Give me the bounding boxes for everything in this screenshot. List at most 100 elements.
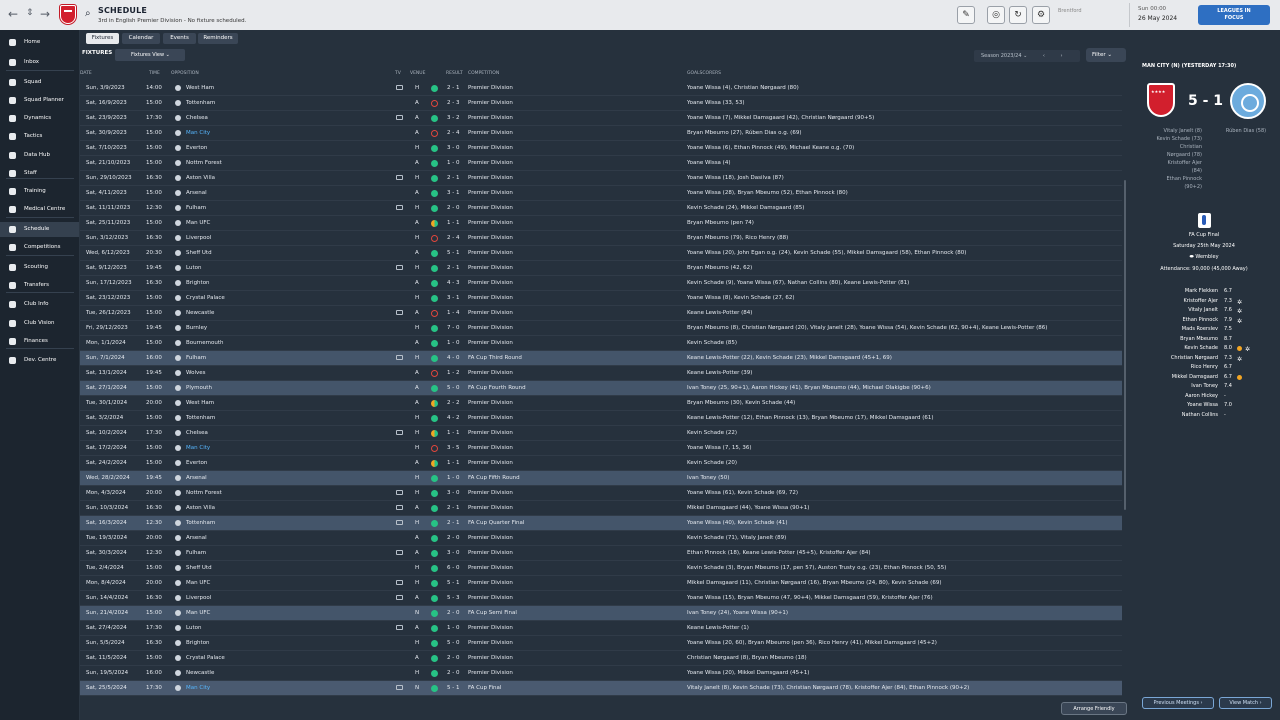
sidebar-item-training[interactable]: Training [0, 184, 79, 199]
view-match-button[interactable]: View Match › [1219, 697, 1272, 709]
sidebar-item-scouting[interactable]: Scouting [0, 260, 79, 275]
fixture-opposition[interactable]: Man City [186, 126, 210, 141]
fixture-opposition[interactable]: Tottenham [186, 411, 215, 426]
col-time[interactable]: TIME [149, 71, 160, 76]
sidebar-item-squad[interactable]: Squad [0, 75, 79, 90]
fixture-opposition[interactable]: West Ham [186, 81, 214, 96]
view-dropdown[interactable]: Fixtures View ⌄ [115, 49, 185, 61]
player-rating-row[interactable]: Yoane Wissa 7.0 [1136, 401, 1280, 410]
fixture-opposition[interactable]: Luton [186, 621, 201, 636]
table-row[interactable]: Sun, 17/12/2023 16:30 Brighton A 4 - 3 Premie… [80, 276, 1122, 291]
fixture-opposition[interactable]: Everton [186, 141, 207, 156]
player-rating-row[interactable]: Mads Roerslev 7.5 [1136, 325, 1280, 334]
date-box[interactable]: Sun 00:00 26 May 2024 [1129, 3, 1192, 27]
club-selector[interactable]: Brentford [1058, 8, 1082, 14]
scrollbar[interactable] [1124, 180, 1126, 510]
player-rating-row[interactable]: Mark Flekken 6.7 [1136, 287, 1280, 296]
filter-button[interactable]: Filter ⌄ [1086, 48, 1126, 62]
table-row[interactable]: Sat, 27/1/2024 15:00 Plymouth A 5 - 0 FA Cup … [80, 381, 1122, 396]
prev-season-icon[interactable]: ‹ [1043, 53, 1045, 59]
gear-icon[interactable]: ⚙ [1032, 6, 1050, 24]
tab-events[interactable]: Events [163, 33, 196, 44]
club-logo[interactable] [60, 5, 76, 24]
table-row[interactable]: Sat, 16/3/2024 12:30 Tottenham H 2 - 1 FA Cup… [80, 516, 1122, 531]
fixture-opposition[interactable]: Man UFC [186, 216, 210, 231]
fixture-opposition[interactable]: Luton [186, 261, 201, 276]
col-opposition[interactable]: OPPOSITION [171, 71, 199, 76]
player-rating-row[interactable]: Ivan Toney 7.4 [1136, 382, 1280, 391]
tab-reminders[interactable]: Reminders [198, 33, 238, 44]
previous-meetings-button[interactable]: Previous Meetings › [1142, 697, 1214, 709]
season-selector[interactable]: Season 2023/24 ⌄ ‹ › [974, 50, 1080, 62]
edit-icon[interactable]: ✎ [957, 6, 975, 24]
fixture-opposition[interactable]: Liverpool [186, 231, 211, 246]
fixture-opposition[interactable]: Nottm Forest [186, 156, 222, 171]
fixture-opposition[interactable]: Fulham [186, 351, 206, 366]
table-row[interactable]: Sat, 16/9/2023 15:00 Tottenham A 2 - 3 Premie… [80, 96, 1122, 111]
fixture-opposition[interactable]: Nottm Forest [186, 486, 222, 501]
sidebar-item-squad-planner[interactable]: Squad Planner [0, 93, 79, 108]
table-row[interactable]: Sat, 17/2/2024 15:00 Man City H 3 - 5 Premier… [80, 441, 1122, 456]
player-rating-row[interactable]: Kristoffer Ajer 7.3 ✲ [1136, 297, 1280, 306]
sidebar-item-club-vision[interactable]: Club Vision [0, 316, 79, 331]
player-rating-row[interactable]: Kevin Schade 8.0 ✲ [1136, 344, 1280, 353]
sidebar-item-data-hub[interactable]: Data Hub [0, 148, 79, 163]
next-season-icon[interactable]: › [1061, 53, 1063, 59]
fixture-opposition[interactable]: Arsenal [186, 186, 207, 201]
leagues-in-focus-button[interactable]: LEAGUES IN FOCUS [1198, 5, 1270, 25]
col-tv[interactable]: TV [395, 71, 401, 76]
sidebar-item-transfers[interactable]: Transfers [0, 278, 79, 293]
fm-icon[interactable]: ◎ [987, 6, 1005, 24]
fixture-opposition[interactable]: Sheff Utd [186, 561, 212, 576]
table-row[interactable]: Tue, 2/4/2024 15:00 Sheff Utd H 6 - 0 Premier… [80, 561, 1122, 576]
tab-calendar[interactable]: Calendar [122, 33, 160, 44]
fixture-opposition[interactable]: Crystal Palace [186, 291, 225, 306]
fixture-opposition[interactable]: Crystal Palace [186, 651, 225, 666]
fixture-opposition[interactable]: Everton [186, 456, 207, 471]
table-row[interactable]: Sat, 7/10/2023 15:00 Everton H 3 - 0 Premier … [80, 141, 1122, 156]
table-row[interactable]: Sat, 25/11/2023 15:00 Man UFC A 1 - 1 Premier… [80, 216, 1122, 231]
table-row[interactable]: Sat, 9/12/2023 19:45 Luton H 2 - 1 Premier Di… [80, 261, 1122, 276]
fixture-opposition[interactable]: Man UFC [186, 576, 210, 591]
fixture-opposition[interactable]: West Ham [186, 396, 214, 411]
sidebar-item-schedule[interactable]: Schedule [0, 222, 79, 237]
back-icon[interactable]: ← [8, 7, 18, 21]
fixture-opposition[interactable]: Sheff Utd [186, 246, 212, 261]
fixture-opposition[interactable]: Newcastle [186, 306, 214, 321]
table-row[interactable]: Sat, 23/12/2023 15:00 Crystal Palace H 3 - 1… [80, 291, 1122, 306]
table-row[interactable]: Sat, 11/11/2023 12:30 Fulham H 2 - 0 Premier … [80, 201, 1122, 216]
sidebar-item-tactics[interactable]: Tactics [0, 129, 79, 144]
table-row[interactable]: Sat, 21/10/2023 15:00 Nottm Forest A 1 - 0 Pr… [80, 156, 1122, 171]
table-row[interactable]: Wed, 6/12/2023 20:30 Sheff Utd A 5 - 1 Premie… [80, 246, 1122, 261]
table-row[interactable]: Mon, 1/1/2024 15:00 Bournemouth A 1 - 0 Premi… [80, 336, 1122, 351]
table-row[interactable]: Sat, 23/9/2023 17:30 Chelsea A 3 - 2 Premier … [80, 111, 1122, 126]
fixture-opposition[interactable]: Man UFC [186, 606, 210, 621]
fixture-opposition[interactable]: Fulham [186, 201, 206, 216]
table-row[interactable]: Wed, 28/2/2024 19:45 Arsenal H 1 - 0 FA Cup F… [80, 471, 1122, 486]
fixture-opposition[interactable]: Wolves [186, 366, 206, 381]
table-row[interactable]: Sat, 30/3/2024 12:30 Fulham A 3 - 0 Premier D… [80, 546, 1122, 561]
table-row[interactable]: Sat, 10/2/2024 17:30 Chelsea H 1 - 1 Premier … [80, 426, 1122, 441]
table-row[interactable]: Sun, 19/5/2024 16:00 Newcastle H 2 - 0 Premie… [80, 666, 1122, 681]
col-date[interactable]: DATE [80, 71, 92, 76]
fixture-opposition[interactable]: Brighton [186, 276, 210, 291]
table-row[interactable]: Sat, 3/2/2024 15:00 Tottenham H 4 - 2 Premier… [80, 411, 1122, 426]
table-row[interactable]: Fri, 29/12/2023 19:45 Burnley H 7 - 0 Premier… [80, 321, 1122, 336]
sidebar-item-home[interactable]: Home [0, 35, 79, 50]
up-down-icon[interactable]: ⇕ [26, 8, 34, 18]
fixture-opposition[interactable]: Chelsea [186, 426, 208, 441]
fixture-opposition[interactable]: Plymouth [186, 381, 212, 396]
table-row[interactable]: Tue, 30/1/2024 20:00 West Ham A 2 - 2 Premier… [80, 396, 1122, 411]
sidebar-item-competitions[interactable]: Competitions [0, 240, 79, 255]
fixture-opposition[interactable]: Arsenal [186, 531, 207, 546]
sidebar-item-medical-centre[interactable]: Medical Centre [0, 202, 79, 217]
fixture-opposition[interactable]: Newcastle [186, 666, 214, 681]
table-row[interactable]: Sun, 21/4/2024 15:00 Man UFC N 2 - 0 FA Cup S… [80, 606, 1122, 621]
fixture-opposition[interactable]: Tottenham [186, 96, 215, 111]
table-row[interactable]: Sun, 14/4/2024 16:30 Liverpool A 5 - 3 Premie… [80, 591, 1122, 606]
sidebar-item-finances[interactable]: Finances [0, 334, 79, 349]
col-competition[interactable]: COMPETITION [468, 71, 499, 76]
table-row[interactable]: Sun, 3/9/2023 14:00 West Ham H 2 - 1 Premier … [80, 81, 1122, 96]
arrange-friendly-button[interactable]: Arrange Friendly [1061, 702, 1127, 715]
refresh-icon[interactable]: ↻ [1009, 6, 1027, 24]
